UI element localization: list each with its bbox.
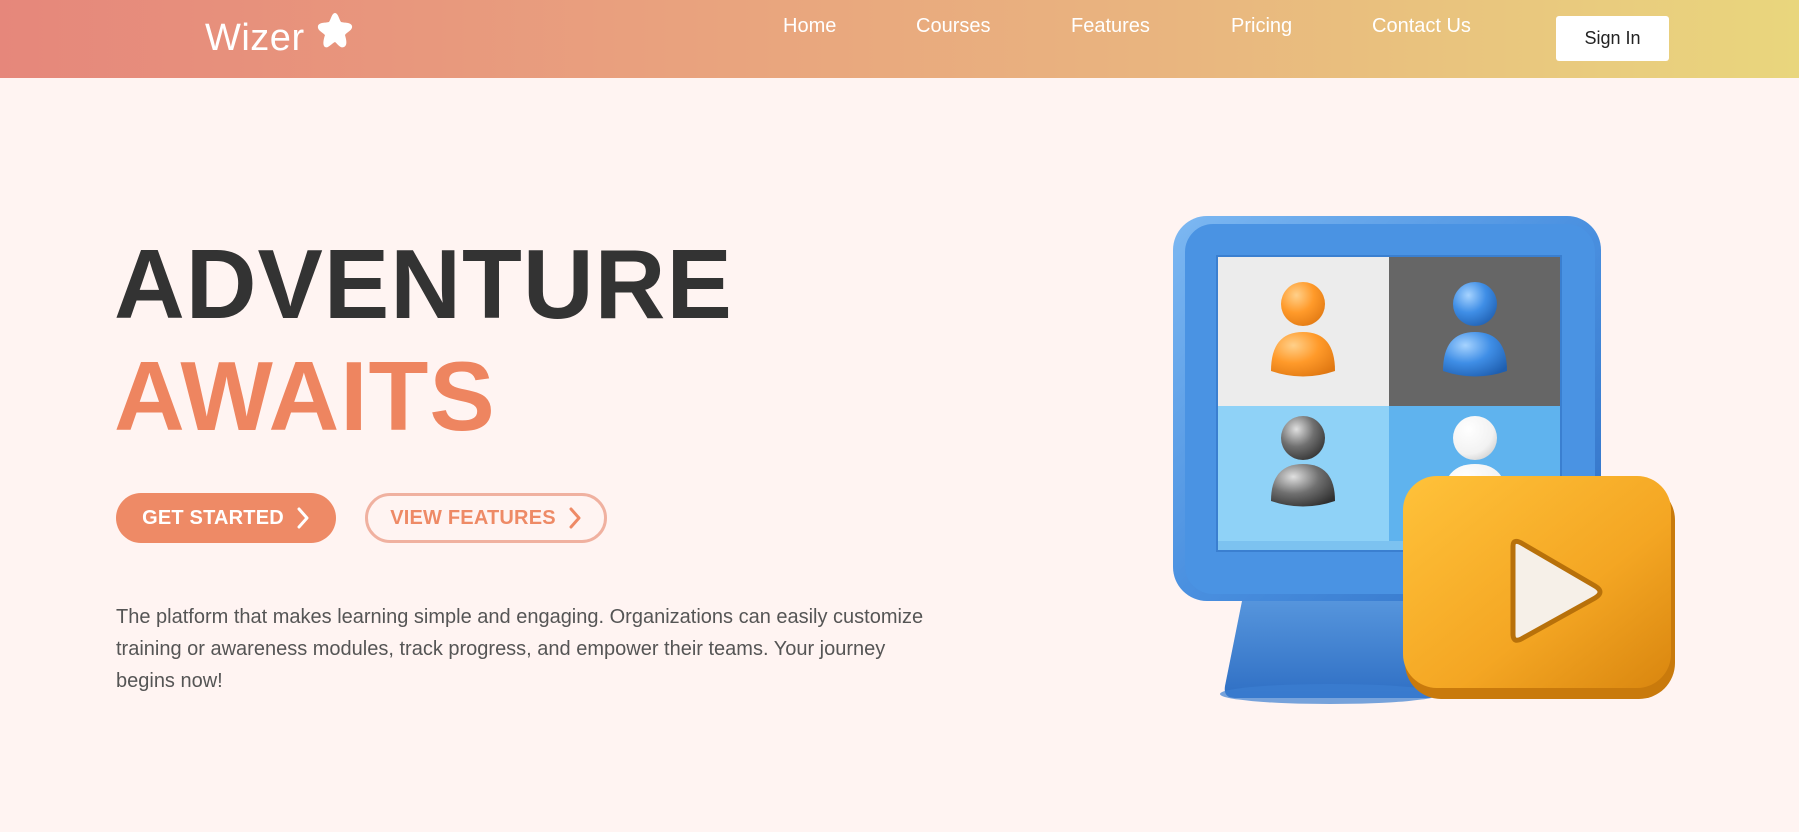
view-features-label: VIEW FEATURES: [390, 506, 556, 529]
chevron-right-icon: [297, 507, 309, 529]
hero-title: ADVENTURE AWAITS: [114, 228, 733, 452]
video-conference-monitor-illustration: [1173, 216, 1675, 704]
chevron-right-icon: [569, 507, 581, 529]
hero-description: The platform that makes learning simple …: [116, 606, 924, 692]
site-header: Wizer Home Courses Features Pricing Cont…: [0, 0, 1799, 78]
hero-title-line2: AWAITS: [114, 341, 496, 451]
get-started-label: GET STARTED: [142, 506, 284, 529]
main-nav: Home Courses Features Pricing Contact Us: [0, 0, 1799, 52]
get-started-button[interactable]: GET STARTED: [116, 493, 336, 543]
nav-features[interactable]: Features: [1071, 14, 1150, 38]
sign-in-button[interactable]: Sign In: [1556, 16, 1669, 61]
nav-contact-us[interactable]: Contact Us: [1372, 14, 1471, 38]
view-features-button[interactable]: VIEW FEATURES: [365, 493, 607, 543]
nav-pricing[interactable]: Pricing: [1231, 14, 1292, 38]
nav-courses[interactable]: Courses: [916, 14, 990, 38]
nav-home[interactable]: Home: [783, 14, 836, 38]
hero-title-line1: ADVENTURE: [114, 229, 733, 339]
